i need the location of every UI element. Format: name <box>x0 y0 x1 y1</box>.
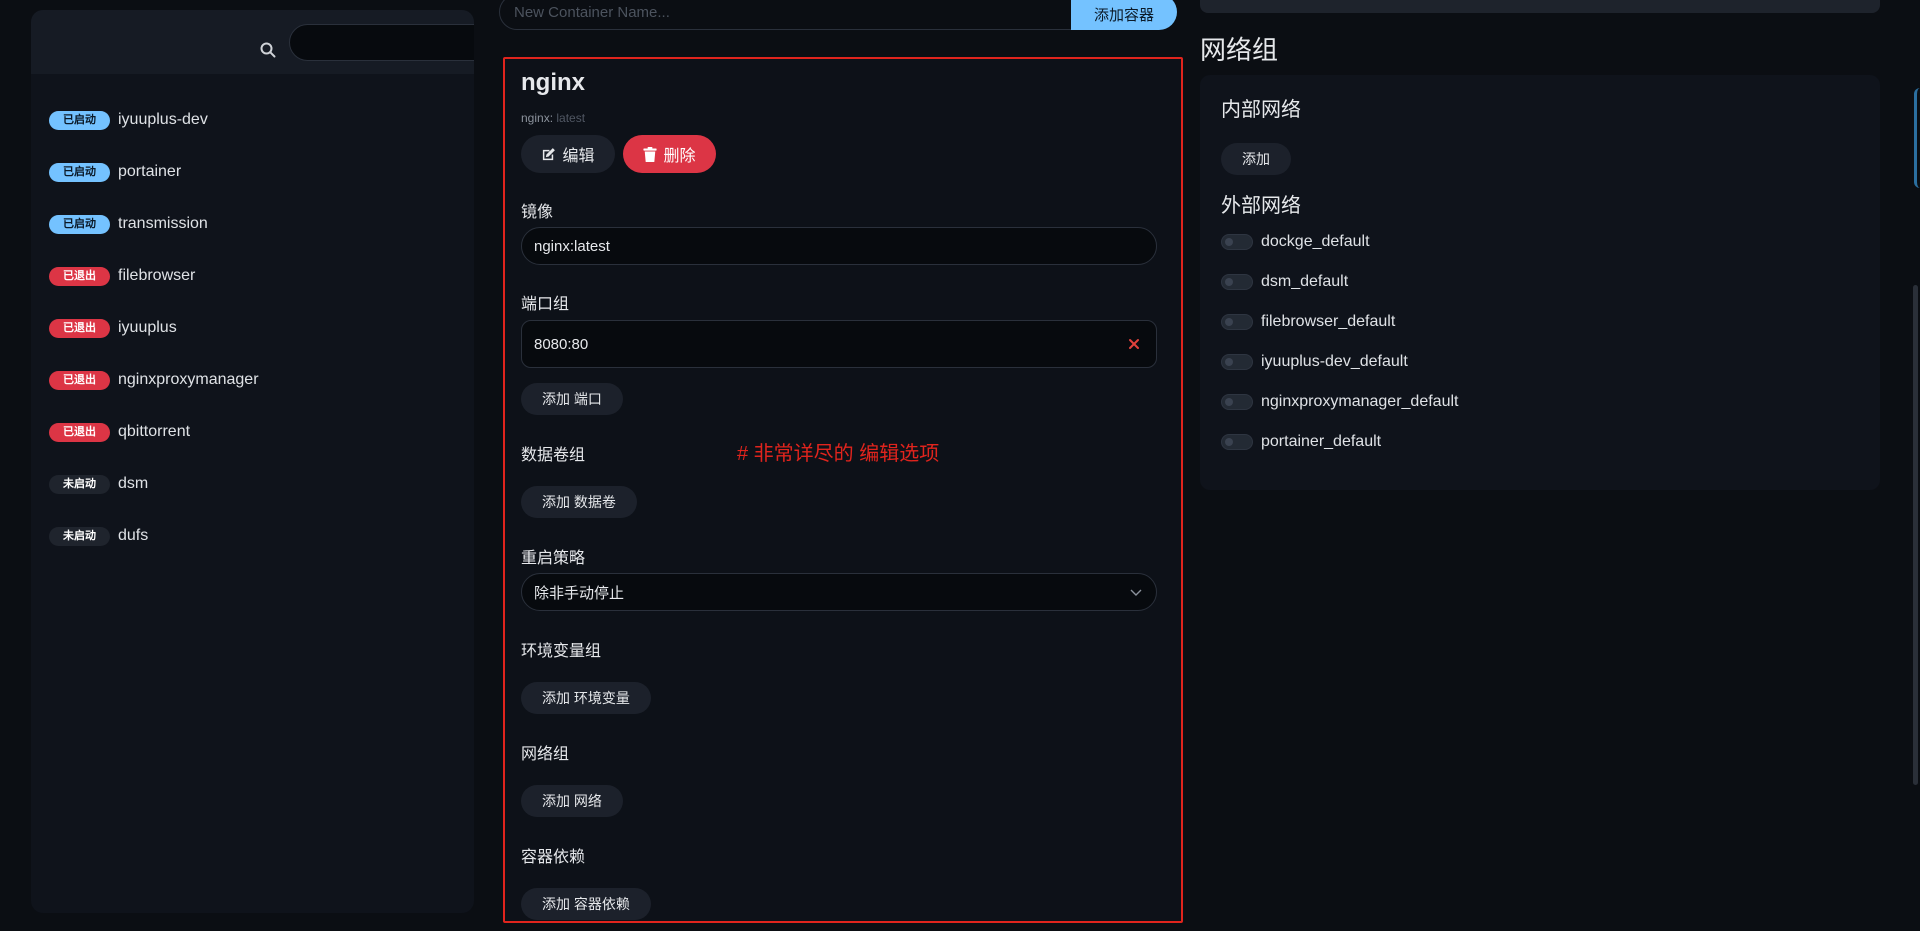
status-badge: 已启动 <box>49 162 110 182</box>
delete-button[interactable]: 删除 <box>623 135 716 173</box>
edit-icon <box>543 147 556 160</box>
container-name: iyuuplus-dev <box>118 111 208 128</box>
network-toggle-row[interactable]: dockge_default <box>1221 230 1370 254</box>
container-name: qbittorrent <box>118 423 191 440</box>
service-image-line: nginx: latest <box>521 111 1165 127</box>
container-sidebar: 已启动 iyuuplus-dev 已启动 portainer 已启动 trans… <box>31 10 474 913</box>
search-icon <box>260 42 276 58</box>
network-toggle-row[interactable]: iyuuplus-dev_default <box>1221 350 1408 374</box>
service-title: nginx <box>521 69 585 96</box>
container-name: transmission <box>118 215 208 232</box>
ports-label: 端口组 <box>521 296 570 313</box>
network-card: 内部网络 添加 外部网络 dockge_default dsm_default … <box>1200 75 1880 490</box>
status-badge: 已退出 <box>49 422 110 442</box>
port-value: 8080:80 <box>534 335 589 353</box>
add-env-button[interactable]: 添加 环境变量 <box>521 682 651 714</box>
status-badge: 已启动 <box>49 214 110 234</box>
image-input[interactable] <box>521 227 1157 265</box>
network-name: dockge_default <box>1261 233 1370 250</box>
chevron-down-icon <box>1130 589 1142 596</box>
network-toggle-row[interactable]: dsm_default <box>1221 270 1348 294</box>
restart-policy-value: 除非手动停止 <box>534 584 625 602</box>
status-badge: 已启动 <box>49 110 110 130</box>
search-input[interactable] <box>289 24 474 61</box>
network-name: iyuuplus-dev_default <box>1261 353 1408 370</box>
image-name: nginx: <box>521 111 554 125</box>
annotation-text: # 非常详尽的 编辑选项 <box>737 443 940 465</box>
status-badge: 已退出 <box>49 370 110 390</box>
depends-label: 容器依赖 <box>521 849 586 866</box>
network-heading: 网络组 <box>1200 35 1279 65</box>
add-container-button[interactable]: 添加容器 <box>1071 0 1177 30</box>
container-name: filebrowser <box>118 267 196 284</box>
list-item[interactable]: 已退出 qbittorrent <box>31 406 474 458</box>
add-internal-network-button[interactable]: 添加 <box>1221 143 1291 175</box>
restart-policy-label: 重启策略 <box>521 550 586 567</box>
list-item[interactable]: 未启动 dufs <box>31 510 474 562</box>
action-row: 编辑 删除 <box>521 135 1165 173</box>
network-toggle-row[interactable]: filebrowser_default <box>1221 310 1395 334</box>
network-toggle[interactable] <box>1221 434 1253 450</box>
scroll-accent <box>1914 88 1920 188</box>
trash-icon <box>643 146 658 162</box>
network-toggle[interactable] <box>1221 234 1253 250</box>
container-name: nginxproxymanager <box>118 371 259 388</box>
list-item[interactable]: 已启动 iyuuplus-dev <box>31 94 474 146</box>
container-list: 已启动 iyuuplus-dev 已启动 portainer 已启动 trans… <box>31 94 474 562</box>
list-item[interactable]: 已退出 nginxproxymanager <box>31 354 474 406</box>
page-scrollbar[interactable] <box>1913 285 1918 785</box>
new-container-name-input[interactable] <box>499 0 1079 30</box>
list-item[interactable]: 已启动 transmission <box>31 198 474 250</box>
restart-policy-select[interactable]: 除非手动停止 <box>521 573 1157 611</box>
volumes-label: 数据卷组 <box>521 447 586 464</box>
container-name: dufs <box>118 527 149 544</box>
add-volume-button[interactable]: 添加 数据卷 <box>521 486 637 518</box>
image-tag: latest <box>553 111 586 125</box>
network-toggle[interactable] <box>1221 274 1253 290</box>
image-label: 镜像 <box>521 204 554 221</box>
add-depends-button[interactable]: 添加 容器依赖 <box>521 888 651 920</box>
right-top-bar <box>1200 0 1880 13</box>
edit-label: 编辑 <box>562 148 595 165</box>
external-network-label: 外部网络 <box>1221 195 1301 217</box>
network-name: dsm_default <box>1261 273 1349 290</box>
network-toggle[interactable] <box>1221 354 1253 370</box>
list-item[interactable]: 已退出 iyuuplus <box>31 302 474 354</box>
sidebar-header <box>31 10 474 74</box>
list-item[interactable]: 已退出 filebrowser <box>31 250 474 302</box>
network-name: portainer_default <box>1261 433 1382 450</box>
internal-network-label: 内部网络 <box>1221 99 1301 121</box>
network-toggle[interactable] <box>1221 394 1253 410</box>
status-badge: 未启动 <box>49 474 110 494</box>
network-toggle[interactable] <box>1221 314 1253 330</box>
network-name: nginxproxymanager_default <box>1261 393 1459 410</box>
container-name: portainer <box>118 163 182 180</box>
port-row[interactable]: 8080:80 <box>521 320 1157 368</box>
network-toggle-row[interactable]: nginxproxymanager_default <box>1221 390 1458 414</box>
network-label: 网络组 <box>521 746 570 763</box>
delete-label: 删除 <box>663 148 696 165</box>
add-port-button[interactable]: 添加 端口 <box>521 383 623 415</box>
network-toggle-row[interactable]: portainer_default <box>1221 430 1381 454</box>
list-item[interactable]: 已启动 portainer <box>31 146 474 198</box>
close-icon[interactable] <box>1126 336 1142 352</box>
edit-button[interactable]: 编辑 <box>521 135 615 173</box>
container-name: dsm <box>118 475 149 492</box>
network-name: filebrowser_default <box>1261 313 1396 330</box>
status-badge: 已退出 <box>49 266 110 286</box>
env-label: 环境变量组 <box>521 643 602 660</box>
list-item[interactable]: 未启动 dsm <box>31 458 474 510</box>
status-badge: 未启动 <box>49 526 110 546</box>
container-name: iyuuplus <box>118 319 177 336</box>
service-editor-panel: nginx nginx: latest 编辑 删除 镜像 nginx:lates… <box>503 57 1183 923</box>
status-badge: 已退出 <box>49 318 110 338</box>
add-network-button[interactable]: 添加 网络 <box>521 785 623 817</box>
